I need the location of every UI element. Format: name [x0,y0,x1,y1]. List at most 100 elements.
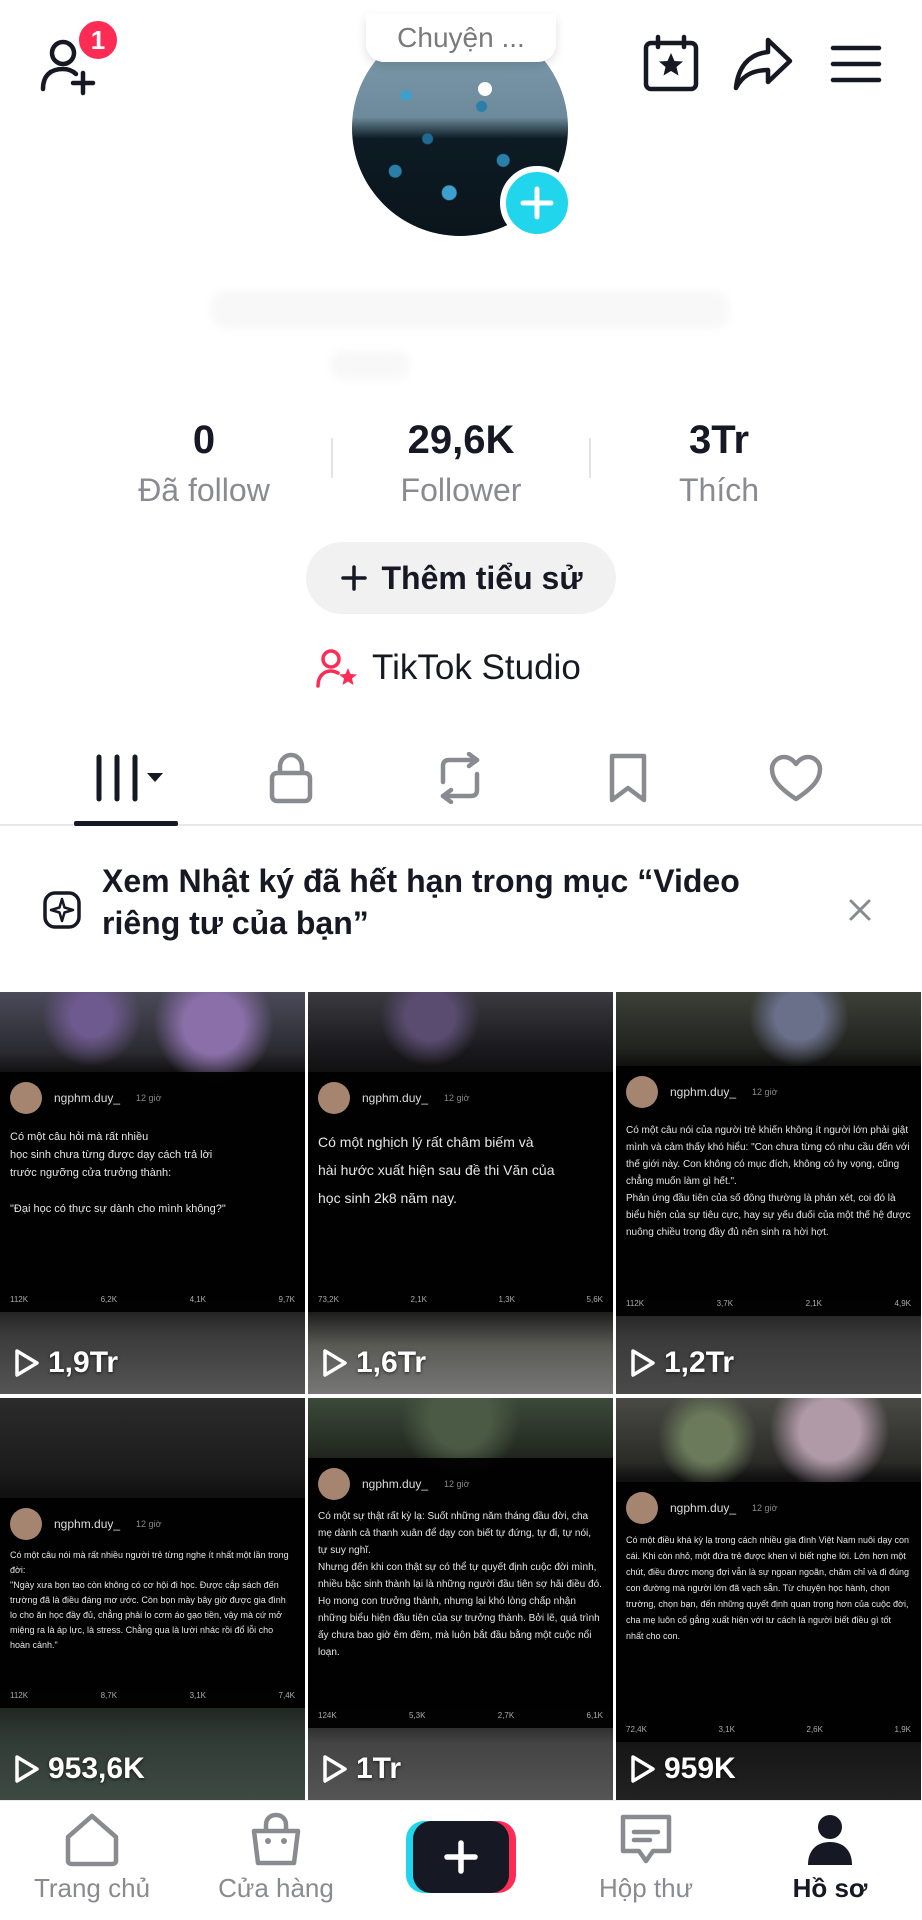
play-icon [631,1349,655,1377]
tab-liked[interactable] [731,730,861,826]
bookmark-icon [609,753,647,803]
create-plus-icon [406,1821,516,1893]
post-shares: 5,6K [586,1295,603,1304]
repost-icon [440,752,480,804]
play-icon [323,1755,347,1783]
post-actions: 112K 3,7K 2,1K 4,9K [626,1299,911,1308]
diary-expired-banner[interactable]: Xem Nhật ký đã hết hạn trong mục “Video … [0,860,922,956]
add-friends-button[interactable]: 1 [34,18,120,100]
video-thumbnail[interactable]: ngphm.duy_ 12 giờ Có một điều khá kỳ lạ t… [616,1398,921,1800]
post-actions: 124K 5,3K 2,7K 6,1K [318,1711,603,1720]
post-reposts: 3,1K [189,1691,207,1700]
view-count-value: 1,9Tr [48,1346,119,1379]
post-avatar [626,1492,658,1524]
post-avatar [10,1508,42,1540]
play-icon [15,1349,39,1377]
add-bio-label: Thêm tiểu sử [381,559,583,596]
heart-icon [769,754,823,802]
nav-home-label: Trang chủ [33,1873,151,1903]
bottom-nav: Trang chủ Cửa hàng Hộp thư Hồ sơ [0,1800,922,1920]
video-thumbnail[interactable]: ngphm.duy_ 12 giờ Có một câu hỏi mà rất n… [0,992,305,1394]
followers-label: Follower [400,472,522,508]
post-comments: 8,7K [100,1691,118,1700]
tab-private[interactable] [226,730,356,826]
following-stat[interactable]: 0 Đã follow [84,412,324,512]
likes-count: 3Tr [688,418,750,462]
view-count-value: 1,6Tr [356,1346,427,1379]
post-likes: 124K [318,1711,337,1720]
view-count: 1Tr [322,1752,401,1786]
studio-creator-icon [316,649,357,688]
view-count-value: 959K [664,1752,736,1785]
post-text: Có một nghịch lý rất châm biếm và hài hư… [318,1134,555,1206]
video-thumbnail[interactable]: ngphm.duy_ 12 giờ Có một nghịch lý rất ch… [308,992,613,1394]
stat-divider [589,438,591,478]
post-time: 12 giờ [136,1519,162,1529]
post-comments: 3,1K [718,1725,735,1734]
lock-icon [269,752,313,804]
sparkle-box-icon [43,891,81,929]
post-card: ngphm.duy_ 12 giờ Có một điều khá kỳ lạ t… [616,1482,921,1742]
post-likes: 112K [10,1691,29,1700]
tab-videos[interactable] [62,730,192,826]
tab-reposts[interactable] [395,730,525,826]
post-likes: 112K [10,1295,29,1304]
events-calendar-button[interactable] [640,30,702,96]
followers-count: 29,6K [407,418,515,462]
menu-button[interactable] [826,36,886,92]
nav-profile[interactable]: Hồ sơ [750,1811,910,1920]
post-text: Có một câu hỏi mà rất nhiều học sinh chư… [10,1131,226,1215]
plus-icon [520,186,554,220]
banner-text: Xem Nhật ký đã hết hạn trong mục “Video … [102,863,740,941]
post-username: ngphm.duy_ [362,1477,429,1491]
add-story-button[interactable] [500,166,574,240]
followers-stat[interactable]: 29,6K Follower [341,412,581,512]
post-actions: 112K 8,7K 3,1K 7,4K [10,1691,295,1700]
tab-saved[interactable] [563,730,693,826]
shopping-bag-icon [251,1812,301,1866]
note-bubble[interactable]: Chuyện ... [366,14,556,62]
create-video-button[interactable] [406,1821,516,1893]
share-profile-button[interactable] [730,32,796,94]
post-text: Có một câu nói của người trẻ khiến không… [626,1125,911,1238]
profile-tabs [0,730,922,826]
play-icon [15,1755,39,1783]
post-avatar [318,1468,350,1500]
post-likes: 72,4K [626,1725,647,1734]
video-thumbnail[interactable]: ngphm.duy_ 12 giờ Có một câu nói mà rất n… [0,1398,305,1800]
play-icon [323,1349,347,1377]
view-count-value: 953,6K [48,1752,145,1785]
post-card: ngphm.duy_ 12 giờ Có một nghịch lý rất ch… [308,1072,613,1312]
nav-shop[interactable]: Cửa hàng [196,1811,356,1920]
post-text: Có một điều khá kỳ lạ trong cách nhiều g… [626,1535,910,1641]
post-actions: 112K 6,2K 4,1K 9,7K [10,1295,295,1304]
share-arrow-icon [733,37,793,91]
post-time: 12 giờ [444,1479,470,1489]
post-text: Có một sự thật rất kỳ lạ: Suốt những năm… [318,1511,602,1658]
nav-shop-label: Cửa hàng [218,1873,334,1903]
post-text: Có một câu nói mà rất nhiều người trẻ từ… [10,1550,289,1650]
post-shares: 1,9K [894,1725,911,1734]
post-time: 12 giờ [752,1503,778,1513]
video-thumbnail[interactable]: ngphm.duy_ 12 giờ Có một câu nói của ngườ… [616,992,921,1394]
username-blurred [210,290,730,330]
grid-icon [96,754,163,802]
note-text: Chuyện ... [397,22,525,53]
add-bio-button[interactable]: Thêm tiểu sử [306,542,616,614]
view-count-value: 1,2Tr [664,1346,735,1379]
post-comments: 3,7K [716,1299,734,1308]
post-time: 12 giờ [136,1093,162,1103]
tiktok-studio-link[interactable]: TikTok Studio [316,640,581,696]
handle-blurred [330,350,410,380]
likes-stat[interactable]: 3Tr Thích [599,412,839,512]
close-banner-button[interactable] [842,892,878,928]
post-shares: 7,4K [278,1691,295,1700]
post-card: ngphm.duy_ 12 giờ Có một câu nói của ngườ… [616,1066,921,1316]
nav-inbox[interactable]: Hộp thư [566,1811,726,1920]
profile-stats: 0 Đã follow 29,6K Follower 3Tr Thích [0,412,922,512]
post-comments: 2,1K [410,1295,427,1304]
video-thumbnail[interactable]: ngphm.duy_ 12 giờ Có một sự thật rất kỳ l… [308,1398,613,1800]
active-tab-indicator [74,821,178,826]
nav-home[interactable]: Trang chủ [12,1811,172,1920]
post-username: ngphm.duy_ [54,1091,121,1105]
